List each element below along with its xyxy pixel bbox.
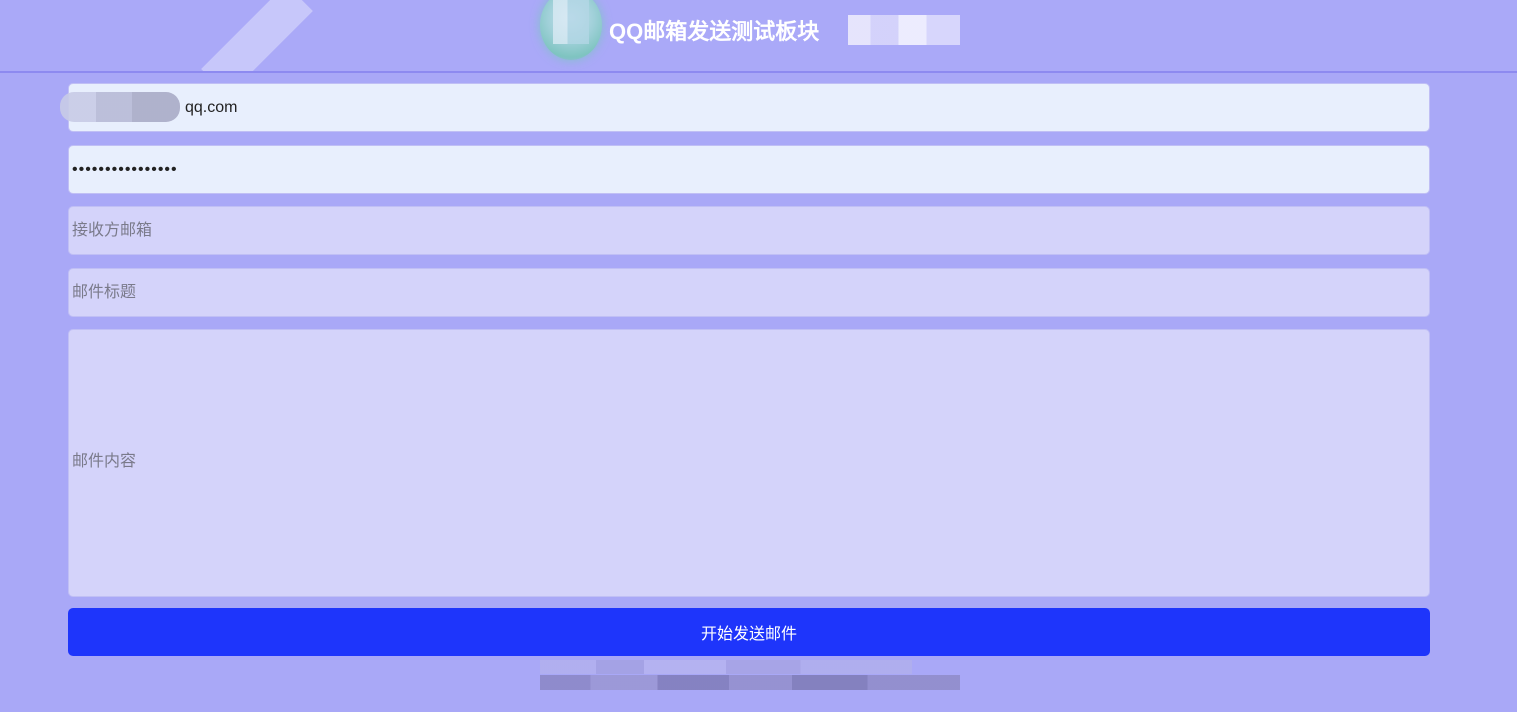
footer-redaction [540,660,960,690]
send-mail-button[interactable]: 开始发送邮件 [68,608,1430,656]
avatar-redaction [553,0,589,44]
email-redaction [60,92,180,122]
footer-redaction-line-2 [540,675,960,690]
title-redaction [848,15,960,45]
page-header: QQ邮箱发送测试板块 [0,0,1517,73]
page-title: QQ邮箱发送测试板块 [609,19,820,44]
sender-email-input[interactable] [68,83,1430,132]
mail-content-textarea[interactable] [68,329,1430,597]
footer-redaction-line-1 [540,660,912,674]
header-decoration-stripe [201,0,313,71]
recipient-email-input[interactable] [68,206,1430,255]
mail-subject-input[interactable] [68,268,1430,317]
password-input[interactable] [68,145,1430,194]
